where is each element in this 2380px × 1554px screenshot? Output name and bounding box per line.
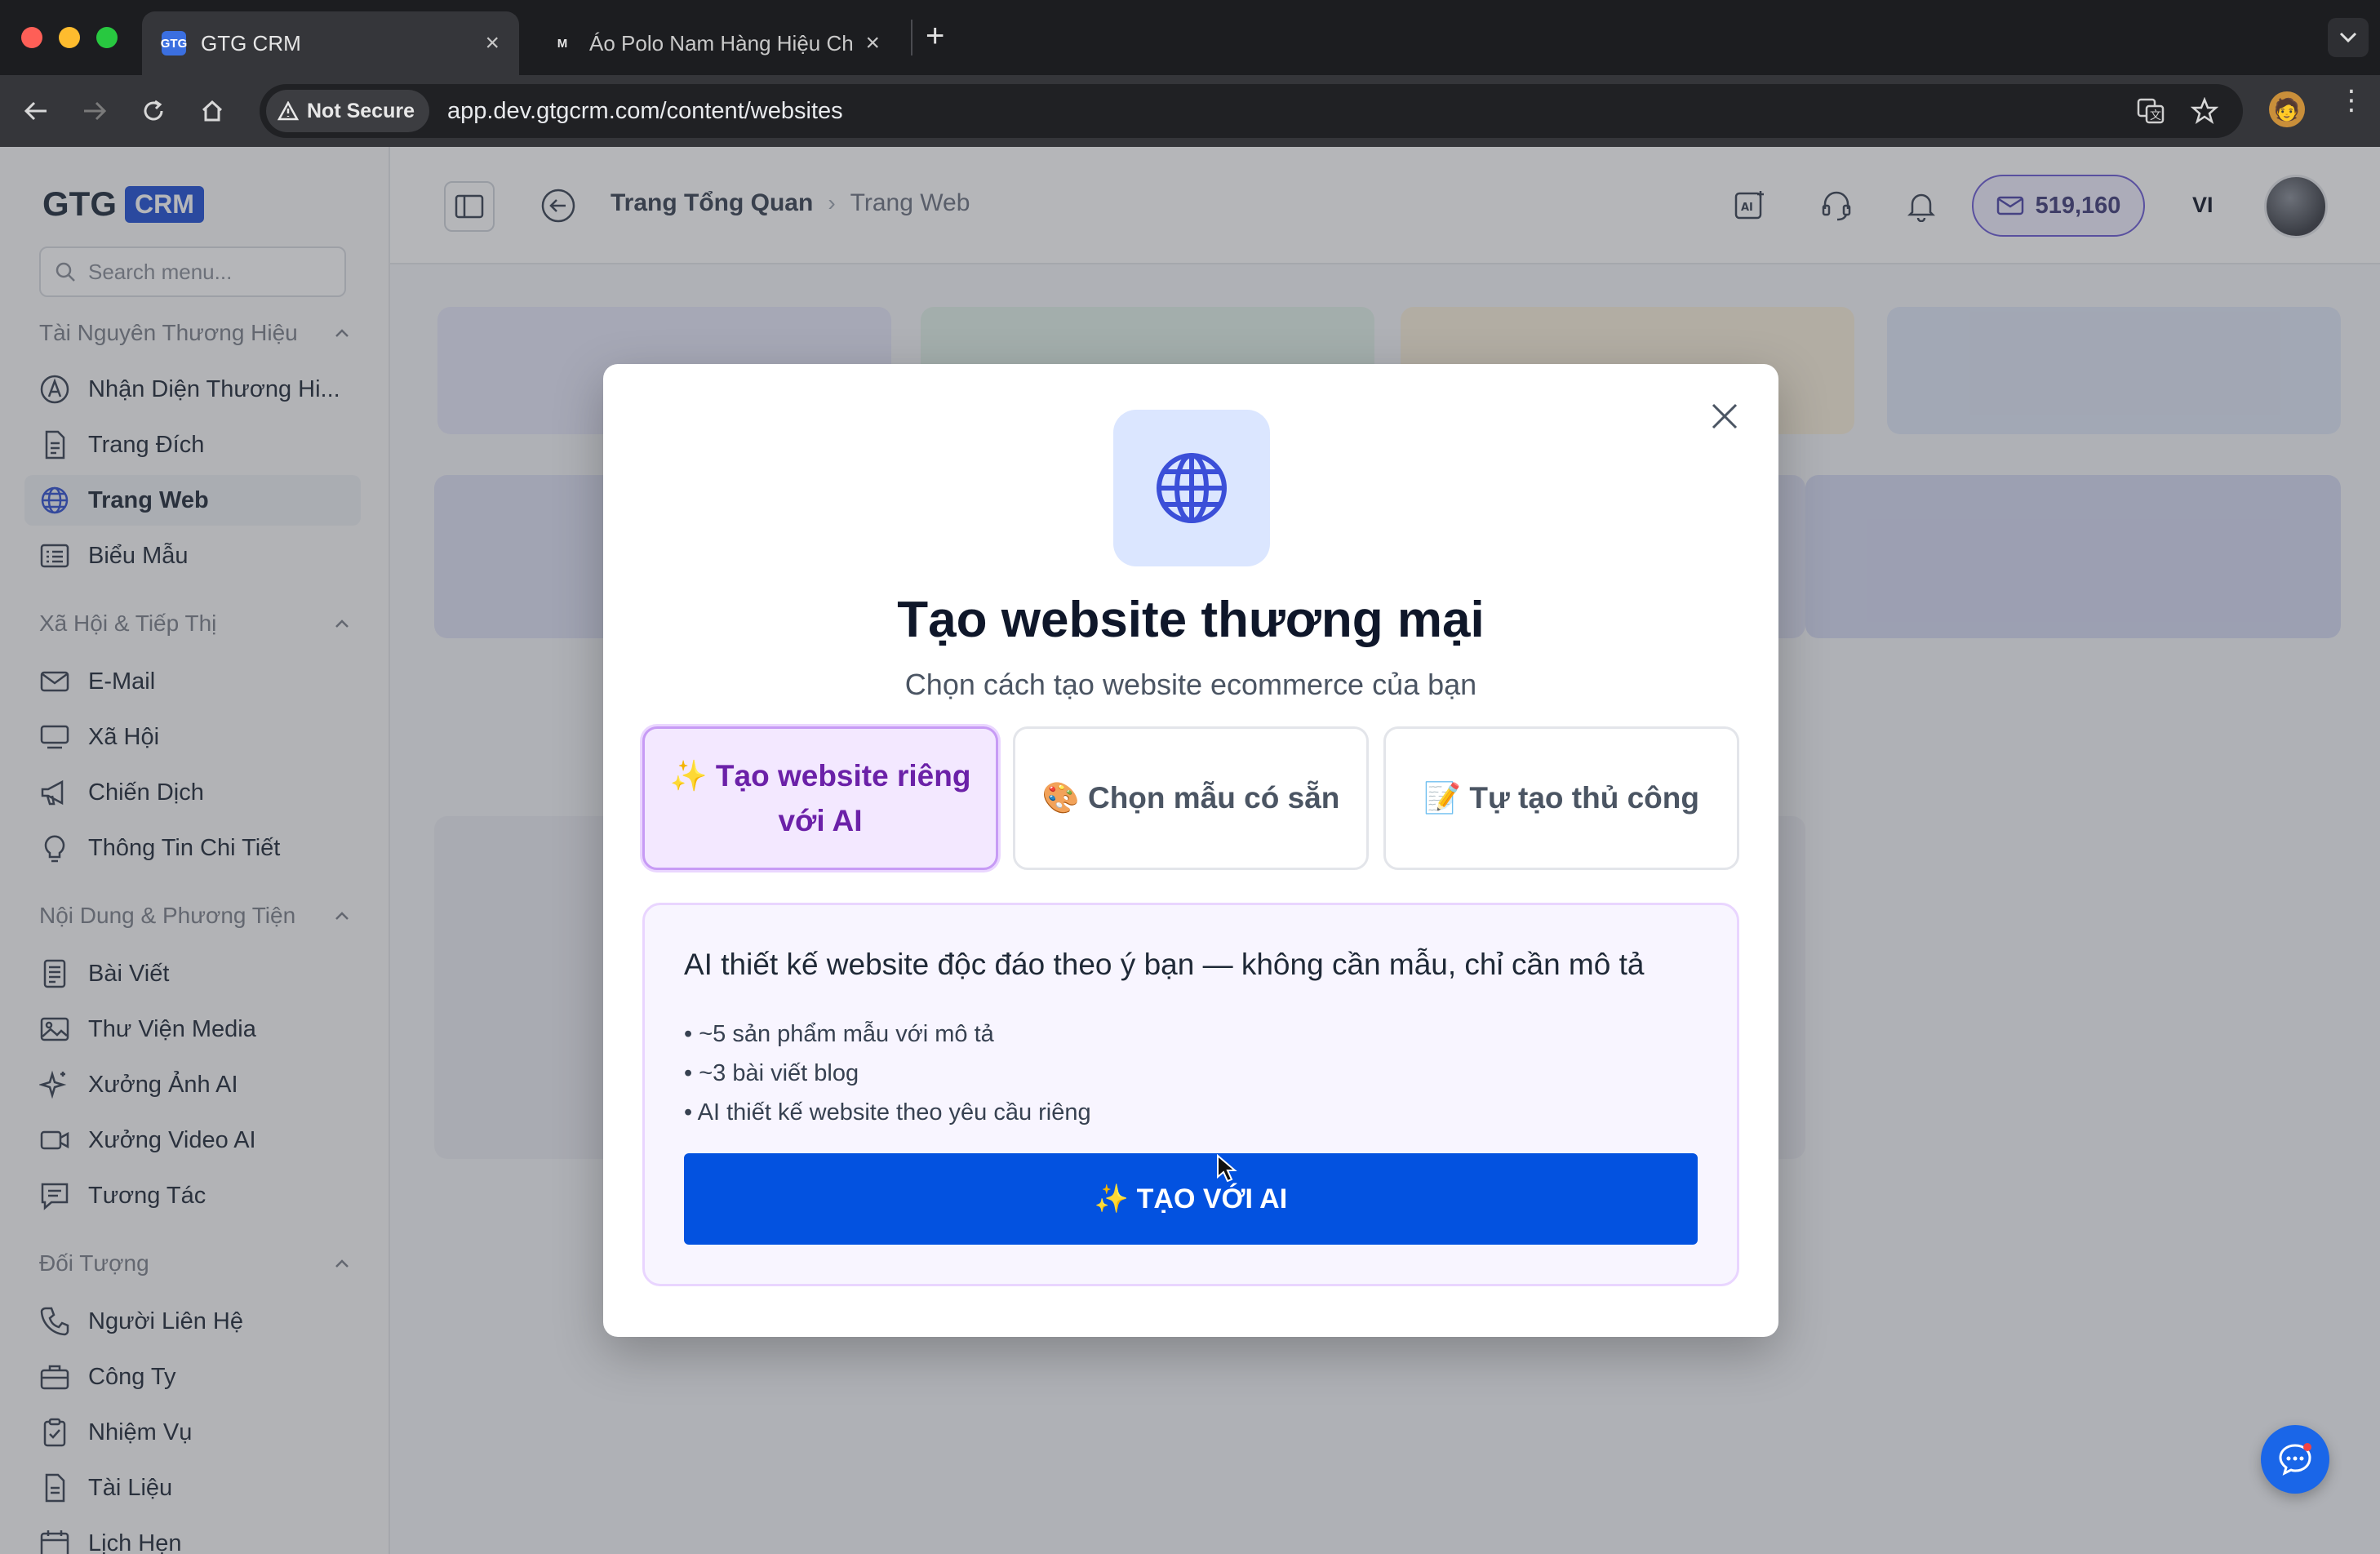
warning-icon	[278, 101, 299, 121]
tab-search-button[interactable]	[2328, 18, 2369, 57]
modal-header-icon	[1113, 410, 1270, 566]
app-root: GTG CRM Search menu... Tài Nguyên Thương…	[0, 147, 2380, 1554]
panel-headline: AI thiết kế website độc đáo theo ý bạn —…	[684, 948, 1645, 981]
back-button[interactable]	[16, 91, 56, 131]
arrow-left-icon	[24, 101, 47, 121]
url-text[interactable]: app.dev.gtgcrm.com/content/websites	[447, 98, 843, 125]
tab-close-icon[interactable]: ×	[865, 29, 880, 57]
modal-title: Tạo website thương mại	[897, 592, 1485, 648]
feature-bullet: • ~3 bài viết blog	[684, 1060, 859, 1086]
browser-tab-active[interactable]: GTG GTG CRM ×	[142, 11, 519, 75]
tab-title: GTG CRM	[201, 30, 301, 56]
browser-toolbar: Not Secure app.dev.gtgcrm.com/content/we…	[0, 75, 2380, 147]
globe-icon	[1157, 453, 1227, 523]
close-icon	[1712, 403, 1738, 429]
browser-tab-bar: GTG GTG CRM × M Áo Polo Nam Hàng Hiệu Ch…	[0, 0, 2380, 75]
tab-divider	[911, 20, 912, 56]
option-choose-template[interactable]: 🎨 Chọn mẫu có sẵn	[1013, 726, 1369, 870]
store-favicon-icon: M	[557, 36, 568, 51]
home-icon	[202, 100, 223, 122]
browser-tab[interactable]: M Áo Polo Nam Hàng Hiệu Chính ×	[531, 11, 899, 75]
option-label: 📝 Tự tạo thủ công	[1423, 781, 1699, 815]
home-button[interactable]	[193, 91, 232, 131]
create-with-ai-button[interactable]: ✨ TẠO VỚI AI	[684, 1153, 1698, 1245]
chevron-down-icon	[2339, 32, 2357, 43]
option-manual-build[interactable]: 📝 Tự tạo thủ công	[1383, 726, 1739, 870]
browser-menu-icon[interactable]: ⋮	[2338, 87, 2365, 114]
option-label: với AI	[778, 804, 863, 837]
modal-close-button[interactable]	[1707, 398, 1743, 434]
reload-icon	[144, 100, 163, 121]
mouse-cursor-icon	[1216, 1153, 1237, 1188]
svg-text:文: 文	[2150, 109, 2161, 122]
address-bar[interactable]: Not Secure app.dev.gtgcrm.com/content/we…	[260, 84, 2243, 138]
feature-bullet: • AI thiết kế website theo yêu cầu riêng	[684, 1099, 1091, 1126]
reload-button[interactable]	[134, 91, 173, 131]
new-tab-icon[interactable]: +	[926, 18, 944, 55]
ai-option-details-panel: AI thiết kế website độc đáo theo ý bạn —…	[642, 903, 1739, 1286]
option-create-with-ai[interactable]: ✨ Tạo website riêng với AI	[642, 726, 998, 870]
feature-bullet: • ~5 sản phẩm mẫu với mô tả	[684, 1021, 994, 1047]
tab-close-icon[interactable]: ×	[485, 29, 500, 57]
chat-bubble-icon	[2279, 1443, 2311, 1476]
security-chip[interactable]: Not Secure	[266, 90, 429, 132]
tab-title: Áo Polo Nam Hàng Hiệu Chính	[589, 30, 853, 56]
create-website-modal: Tạo website thương mại Chọn cách tạo web…	[603, 364, 1778, 1337]
translate-icon[interactable]: 文	[2137, 98, 2165, 128]
window-maximize-button[interactable]	[96, 27, 118, 48]
option-label: 🎨 Chọn mẫu có sẵn	[1041, 781, 1340, 815]
chat-widget-button[interactable]	[2261, 1425, 2329, 1494]
window-minimize-button[interactable]	[59, 27, 80, 48]
bookmark-star-icon[interactable]	[2190, 96, 2219, 129]
forward-button[interactable]	[75, 91, 114, 131]
security-label: Not Secure	[307, 99, 415, 122]
window-close-button[interactable]	[21, 27, 42, 48]
option-label: ✨ Tạo website riêng	[669, 758, 971, 793]
modal-subtitle: Chọn cách tạo website ecommerce của bạn	[904, 668, 1477, 701]
gtg-favicon-icon: GTG	[161, 31, 187, 56]
arrow-right-icon	[84, 101, 107, 121]
profile-avatar-icon[interactable]: 🧑	[2269, 91, 2305, 127]
